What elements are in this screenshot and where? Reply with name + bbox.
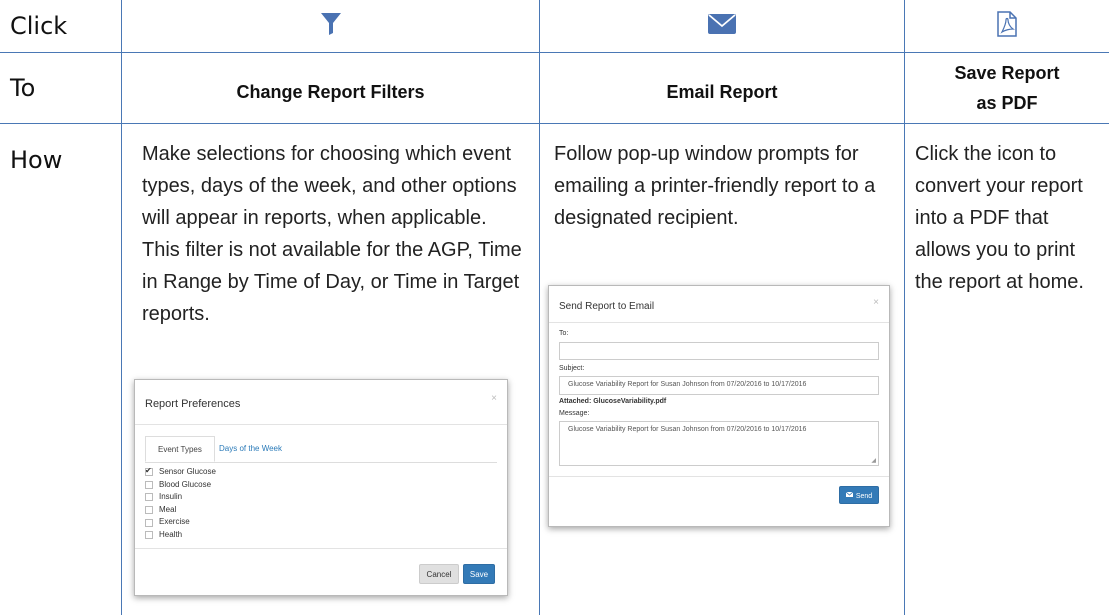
how-email-cell: Follow pop-up window prompts for emailin… [540,124,905,615]
modal-title: Report Preferences [145,398,241,410]
checkbox-blood-glucose[interactable]: Blood Glucose [145,479,216,492]
checkbox-meal[interactable]: Meal [145,504,216,517]
resize-handle-icon[interactable]: ◢ [871,457,876,464]
send-email-modal: Send Report to Email × To: Subject: Gluc… [548,285,890,527]
divider [549,322,889,323]
divider [135,548,507,549]
email-subject-field[interactable]: Glucose Variability Report for Susan Joh… [559,376,879,395]
tab-bar: Event Types Days of the Week [145,436,497,463]
checkbox-label: Health [159,529,183,539]
attachment-label: Attached: GlucoseVariability.pdf [559,398,667,405]
how-filters-text: Make selections for choosing which event… [142,143,522,325]
checkbox-label: Blood Glucose [159,479,212,489]
report-preferences-modal: Report Preferences × Event Types Days of… [134,379,508,596]
checkbox-icon [145,465,153,478]
envelope-icon [845,487,854,505]
close-icon[interactable]: × [491,393,497,404]
checkbox-health[interactable]: Health [145,529,216,542]
how-filters-cell: Make selections for choosing which event… [122,124,540,615]
row-label-click: Click [0,0,122,53]
checkbox-insulin[interactable]: Insulin [145,491,216,504]
checkbox-label: Sensor Glucose [159,467,216,476]
event-type-list: Sensor Glucose Blood Glucose Insulin Mea… [145,465,216,542]
instruction-table: Click To Change Report Filters Email Rep… [0,0,1109,615]
envelope-icon[interactable] [708,13,736,39]
send-label: Send [855,492,873,500]
how-email-text: Follow pop-up window prompts for emailin… [554,143,876,229]
checkbox-icon [145,506,153,515]
tab-event-types[interactable]: Event Types [145,436,215,462]
checkbox-icon [145,518,153,527]
email-message-field[interactable]: Glucose Variability Report for Susan Joh… [559,421,879,466]
pdf-cell [905,0,1109,53]
message-label: Message: [559,410,590,417]
filter-icon[interactable] [320,12,341,40]
send-button[interactable]: Send [839,486,879,504]
checkbox-icon [145,531,153,540]
checkbox-label: Insulin [159,492,183,502]
action-email-report: Email Report [540,53,905,124]
action-change-filters: Change Report Filters [122,53,540,124]
email-cell [540,0,905,53]
subject-label: Subject: [559,365,585,372]
save-button[interactable]: Save [463,564,495,584]
checkbox-exercise[interactable]: Exercise [145,516,216,529]
checkbox-label: Meal [159,504,177,514]
to-label: To: [559,330,569,337]
email-to-field[interactable] [559,342,879,360]
pdf-file-icon[interactable] [997,10,1017,42]
row-label-how: How [0,124,122,615]
divider [135,424,507,425]
row-label-to: To [0,53,122,124]
checkbox-sensor-glucose[interactable]: Sensor Glucose [145,465,216,479]
action-save-pdf: Save Report as PDF [905,53,1109,124]
how-pdf-cell: Click the icon to convert your report in… [905,124,1109,615]
checkbox-icon [145,493,153,502]
filter-cell [122,0,540,53]
how-pdf-text: Click the icon to convert your report in… [915,143,1084,293]
message-text: Glucose Variability Report for Susan Joh… [568,426,807,433]
close-icon[interactable]: × [873,297,879,308]
tab-days-of-week[interactable]: Days of the Week [207,436,294,462]
divider [549,476,889,477]
cancel-button[interactable]: Cancel [419,564,459,584]
checkbox-label: Exercise [159,517,190,527]
modal-title: Send Report to Email [559,301,655,312]
checkbox-icon [145,480,153,489]
